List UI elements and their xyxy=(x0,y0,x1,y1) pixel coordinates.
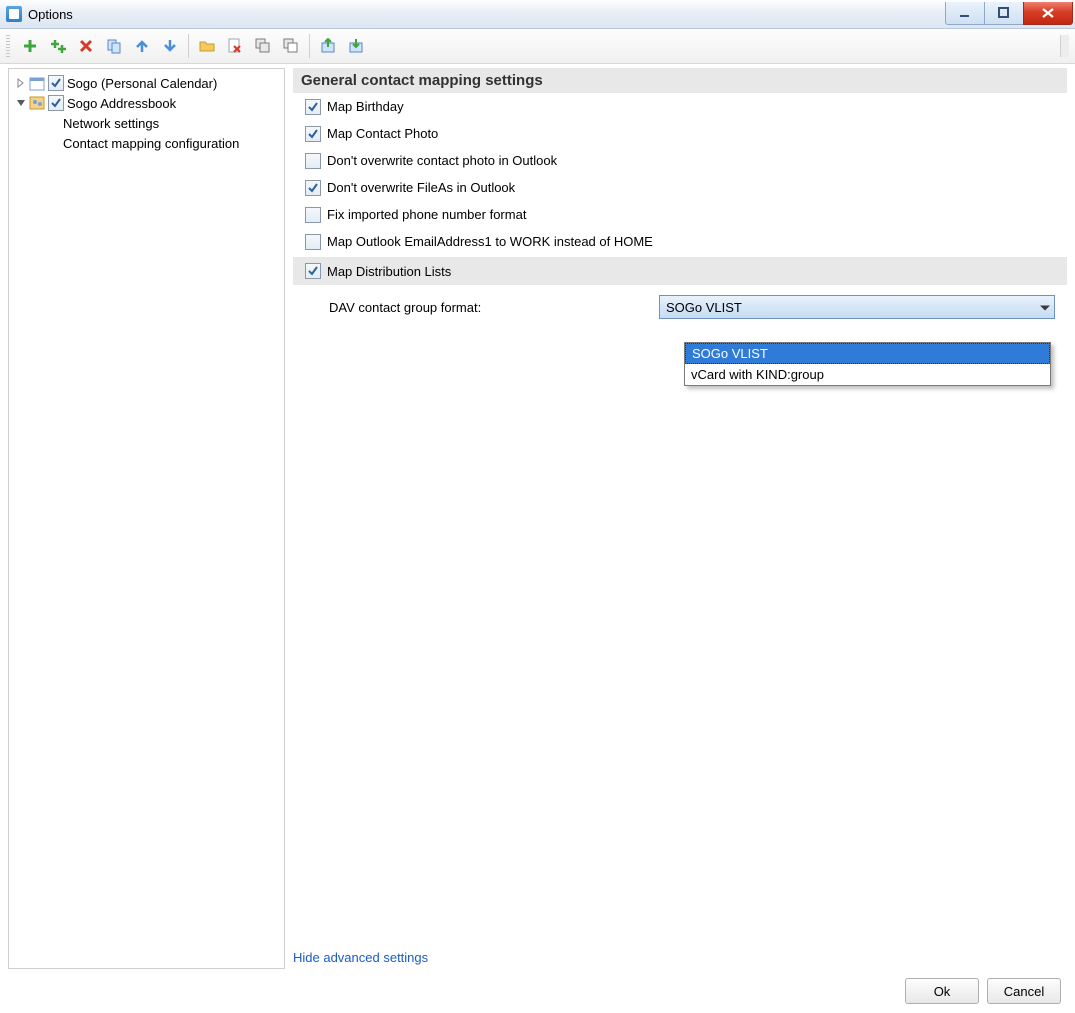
checkbox-map-photo[interactable]: Map Contact Photo xyxy=(293,120,1067,147)
hide-advanced-link[interactable]: Hide advanced settings xyxy=(293,950,428,965)
dropdown-option[interactable]: SOGo VLIST xyxy=(685,343,1050,364)
titlebar: Options xyxy=(0,0,1075,29)
minimize-icon xyxy=(959,7,971,19)
contacts-icon xyxy=(29,95,45,111)
tree-item-calendar[interactable]: Sogo (Personal Calendar) xyxy=(9,73,284,93)
tree-item-label: Network settings xyxy=(63,116,159,131)
checkbox-label: Map Outlook EmailAddress1 to WORK instea… xyxy=(327,234,653,249)
move-up-button[interactable] xyxy=(130,34,154,58)
checkbox-no-overwrite-fileas[interactable]: Don't overwrite FileAs in Outlook xyxy=(293,174,1067,201)
collapse-icon xyxy=(255,38,271,54)
x-icon xyxy=(78,38,94,54)
checkbox-email-work[interactable]: Map Outlook EmailAddress1 to WORK instea… xyxy=(293,228,1067,255)
page-x-icon xyxy=(227,38,243,54)
cancel-button[interactable]: Cancel xyxy=(987,978,1061,1004)
add-button[interactable] xyxy=(18,34,42,58)
tree-item-contact-mapping[interactable]: Contact mapping configuration xyxy=(9,133,284,153)
checkbox-no-overwrite-photo[interactable]: Don't overwrite contact photo in Outlook xyxy=(293,147,1067,174)
collapse-arrow[interactable] xyxy=(15,97,27,109)
export-icon xyxy=(320,38,336,54)
checkbox[interactable] xyxy=(305,207,321,223)
plus-icon xyxy=(22,38,38,54)
copy-button[interactable] xyxy=(102,34,126,58)
checkbox-label: Map Birthday xyxy=(327,99,404,114)
calendar-icon xyxy=(29,75,45,91)
checkbox-distribution-lists[interactable]: Map Distribution Lists xyxy=(293,257,1067,285)
expand-all-button[interactable] xyxy=(279,34,303,58)
maximize-button[interactable] xyxy=(984,2,1024,25)
close-icon xyxy=(1041,7,1055,19)
minimize-button[interactable] xyxy=(945,2,985,25)
group-format-dropdown[interactable]: SOGo VLIST vCard with KIND:group xyxy=(684,342,1051,386)
checkbox[interactable] xyxy=(305,263,321,279)
window-title: Options xyxy=(28,7,73,22)
toolbar-overflow[interactable] xyxy=(1060,35,1069,57)
options-window: Options xyxy=(0,0,1075,1013)
profile-tree[interactable]: Sogo (Personal Calendar) Sogo Addressboo… xyxy=(8,68,285,969)
add-multi-button[interactable] xyxy=(46,34,70,58)
close-button[interactable] xyxy=(1023,2,1073,25)
expand-arrow[interactable] xyxy=(15,77,27,89)
checkbox-label: Map Distribution Lists xyxy=(327,264,451,279)
delete-profile-button[interactable] xyxy=(223,34,247,58)
collapse-all-button[interactable] xyxy=(251,34,275,58)
ok-button[interactable]: Ok xyxy=(905,978,979,1004)
folder-icon xyxy=(199,38,215,54)
checkbox[interactable] xyxy=(305,234,321,250)
body: Sogo (Personal Calendar) Sogo Addressboo… xyxy=(0,64,1075,969)
tree-item-label: Sogo (Personal Calendar) xyxy=(67,76,217,91)
plus-multi-icon xyxy=(50,38,66,54)
checkbox[interactable] xyxy=(305,180,321,196)
app-icon xyxy=(6,6,22,22)
window-controls xyxy=(946,2,1073,24)
delete-button[interactable] xyxy=(74,34,98,58)
open-folder-button[interactable] xyxy=(195,34,219,58)
toolbar-grip xyxy=(6,35,10,57)
toolbar xyxy=(0,29,1075,64)
settings-panel: General contact mapping settings Map Bir… xyxy=(293,68,1067,969)
dialog-footer: Ok Cancel xyxy=(0,969,1075,1013)
import-button[interactable] xyxy=(344,34,368,58)
checkbox-map-birthday[interactable]: Map Birthday xyxy=(293,93,1067,120)
checkbox-label: Don't overwrite FileAs in Outlook xyxy=(327,180,515,195)
maximize-icon xyxy=(998,7,1010,19)
arrow-up-icon xyxy=(134,38,150,54)
dropdown-option[interactable]: vCard with KIND:group xyxy=(685,364,1050,385)
group-format-row: DAV contact group format: SOGo VLIST xyxy=(293,285,1067,319)
checkbox[interactable] xyxy=(305,99,321,115)
checkbox-label: Fix imported phone number format xyxy=(327,207,526,222)
checkbox-label: Map Contact Photo xyxy=(327,126,438,141)
checkbox[interactable] xyxy=(305,126,321,142)
tree-item-network-settings[interactable]: Network settings xyxy=(9,113,284,133)
expand-icon xyxy=(283,38,299,54)
tree-item-label: Sogo Addressbook xyxy=(67,96,176,111)
arrow-down-icon xyxy=(162,38,178,54)
checkbox-fix-phone-format[interactable]: Fix imported phone number format xyxy=(293,201,1067,228)
toolbar-separator-2 xyxy=(309,34,310,58)
checkbox[interactable] xyxy=(305,153,321,169)
copy-icon xyxy=(106,38,122,54)
checkbox-label: Don't overwrite contact photo in Outlook xyxy=(327,153,557,168)
tree-item-addressbook[interactable]: Sogo Addressbook xyxy=(9,93,284,113)
toolbar-separator xyxy=(188,34,189,58)
group-format-label: DAV contact group format: xyxy=(329,300,659,315)
tree-checkbox[interactable] xyxy=(48,95,64,111)
group-format-combo[interactable]: SOGo VLIST xyxy=(659,295,1055,319)
section-title: General contact mapping settings xyxy=(293,68,1067,93)
tree-item-label: Contact mapping configuration xyxy=(63,136,239,151)
combo-value: SOGo VLIST xyxy=(666,300,742,315)
tree-checkbox[interactable] xyxy=(48,75,64,91)
move-down-button[interactable] xyxy=(158,34,182,58)
export-button[interactable] xyxy=(316,34,340,58)
import-icon xyxy=(348,38,364,54)
chevron-down-icon xyxy=(1040,300,1050,315)
